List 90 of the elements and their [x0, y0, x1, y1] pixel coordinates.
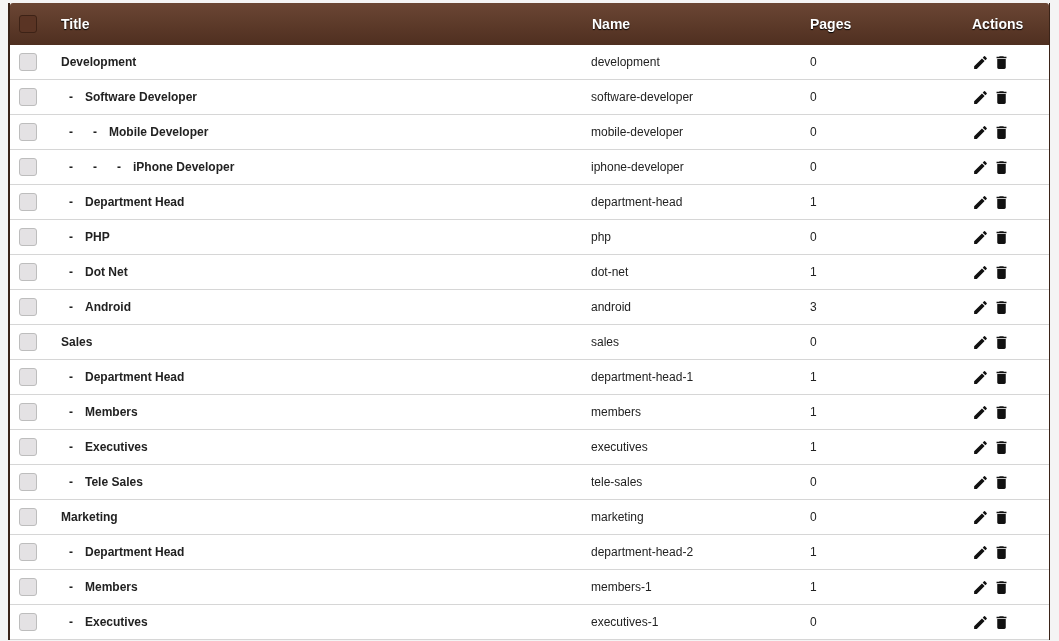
table-cell-text: department-head: [590, 194, 684, 211]
row-checkbox[interactable]: [19, 403, 37, 421]
table-cell-text: 1: [809, 579, 818, 596]
edit-icon[interactable]: [972, 298, 989, 316]
edit-icon[interactable]: [972, 123, 989, 141]
title-cell-text: Development: [60, 54, 138, 71]
title-cell-text: Sales: [60, 334, 94, 351]
table-cell-text: 0: [809, 159, 818, 176]
table-cell-text: dot-net: [590, 264, 630, 281]
edit-icon[interactable]: [972, 473, 989, 491]
table-cell-text: 0: [809, 334, 818, 351]
table-cell-text: development: [590, 54, 661, 71]
title-cell-text: - Dot Net: [68, 264, 129, 281]
title-cell-text: - Members: [68, 579, 139, 596]
table-cell-text: 1: [809, 544, 818, 561]
row-checkbox[interactable]: [19, 368, 37, 386]
edit-icon[interactable]: [972, 368, 989, 386]
title-cell-text: - Android: [68, 299, 132, 316]
edit-icon[interactable]: [972, 158, 989, 176]
row-checkbox[interactable]: [19, 228, 37, 246]
table-cell-text: 0: [809, 509, 818, 526]
table-cell-text: 1: [809, 369, 818, 386]
table-cell-text: 0: [809, 54, 818, 71]
title-cell-text: - Executives: [68, 614, 149, 631]
row-checkbox[interactable]: [19, 88, 37, 106]
column-header: Actions: [971, 14, 1025, 34]
edit-icon[interactable]: [972, 578, 989, 596]
edit-icon[interactable]: [972, 88, 989, 106]
table-cell-text: members-1: [590, 579, 653, 596]
table-cell-text: 1: [809, 439, 818, 456]
row-checkbox[interactable]: [19, 158, 37, 176]
edit-icon[interactable]: [972, 508, 989, 526]
table-cell-text: department-head-1: [590, 369, 695, 386]
edit-icon[interactable]: [972, 438, 989, 456]
title-cell-text: - Members: [68, 404, 139, 421]
table-cell-text: marketing: [590, 509, 645, 526]
row-checkbox[interactable]: [19, 578, 37, 596]
edit-icon[interactable]: [972, 193, 989, 211]
table-cell-text: 1: [809, 194, 818, 211]
column-header: Name: [591, 14, 632, 34]
table-cell-text: department-head-2: [590, 544, 695, 561]
table-cell-text: 0: [809, 229, 818, 246]
table-cell-text: android: [590, 299, 633, 316]
table-cell-text: executives-1: [590, 614, 660, 631]
title-cell-text: - Software Developer: [68, 89, 199, 106]
row-checkbox[interactable]: [19, 298, 37, 316]
title-cell-text: - - Mobile Developer: [68, 124, 210, 141]
table-cell-text: iphone-developer: [590, 159, 685, 176]
row-checkbox[interactable]: [19, 508, 37, 526]
title-cell-text: - Executives: [68, 439, 149, 456]
table-cell-text: 1: [809, 404, 818, 421]
table-cell-text: 0: [809, 474, 818, 491]
row-checkbox[interactable]: [19, 543, 37, 561]
row-checkbox[interactable]: [19, 123, 37, 141]
table-cell-text: php: [590, 229, 613, 246]
column-header: Pages: [809, 14, 853, 34]
table-cell-text: 0: [809, 614, 818, 631]
row-checkbox[interactable]: [19, 613, 37, 631]
table-cell-text: members: [590, 404, 642, 421]
row-checkbox[interactable]: [19, 193, 37, 211]
table-cell-text: executives: [590, 439, 649, 456]
edit-icon[interactable]: [972, 263, 989, 281]
title-cell-text: - Department Head: [68, 194, 186, 211]
table-cell-text: 0: [809, 89, 818, 106]
title-cell-text: - Tele Sales: [68, 474, 144, 491]
table-cell-text: mobile-developer: [590, 124, 685, 141]
table-cell-text: 0: [809, 124, 818, 141]
row-checkbox[interactable]: [19, 333, 37, 351]
row-checkbox[interactable]: [19, 438, 37, 456]
edit-icon[interactable]: [972, 403, 989, 421]
title-cell-text: - - - iPhone Developer: [68, 159, 236, 176]
column-header: Title: [60, 14, 91, 34]
row-checkbox[interactable]: [19, 15, 37, 33]
title-cell-text: Marketing: [60, 509, 119, 526]
table-cell-text: 3: [809, 299, 818, 316]
row-checkbox[interactable]: [19, 263, 37, 281]
table-cell-text: software-developer: [590, 89, 695, 106]
edit-icon[interactable]: [972, 333, 989, 351]
edit-icon[interactable]: [972, 228, 989, 246]
edit-icon[interactable]: [972, 613, 989, 631]
row-checkbox[interactable]: [19, 473, 37, 491]
table-cell-text: tele-sales: [590, 474, 644, 491]
table-cell-text: sales: [590, 334, 620, 351]
title-cell-text: - PHP: [68, 229, 111, 246]
row-checkbox[interactable]: [19, 53, 37, 71]
edit-icon[interactable]: [972, 543, 989, 561]
title-cell-text: - Department Head: [68, 544, 186, 561]
title-cell-text: - Department Head: [68, 369, 186, 386]
edit-icon[interactable]: [972, 53, 989, 71]
table-cell-text: 1: [809, 264, 818, 281]
